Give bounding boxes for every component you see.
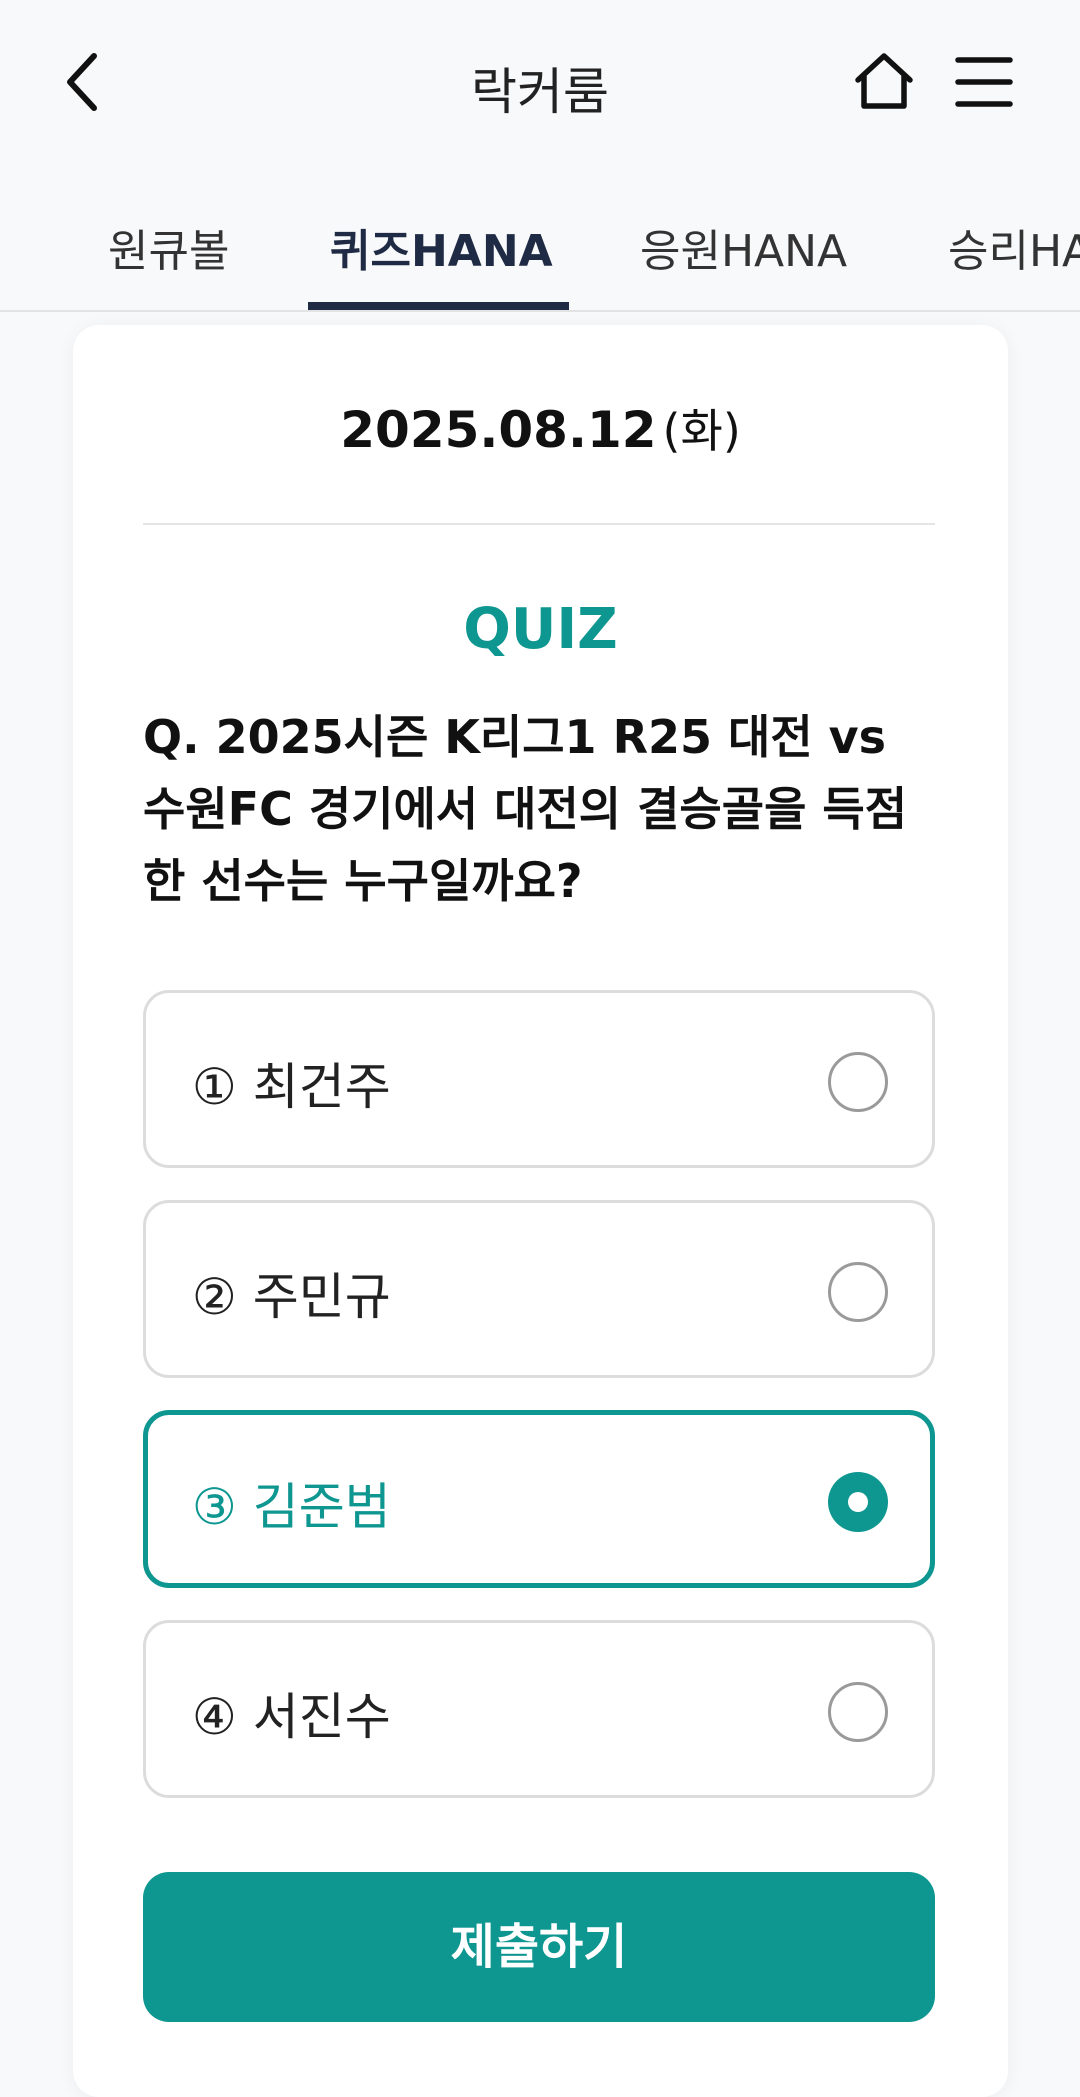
app-header: 락커룸 bbox=[0, 0, 1080, 165]
active-tab-indicator bbox=[308, 302, 569, 310]
menu-button[interactable] bbox=[952, 50, 1016, 114]
quiz-date: 2025.08.12 (화) bbox=[73, 395, 1008, 461]
page-title: 락커룸 bbox=[471, 63, 609, 121]
radio-selected-icon[interactable] bbox=[828, 1472, 888, 1532]
home-icon bbox=[855, 53, 913, 109]
option-label: ② 주민규 bbox=[192, 1268, 391, 1326]
tab-quiz-hana[interactable]: 퀴즈HANA bbox=[330, 215, 553, 279]
option-2[interactable]: ② 주민규 bbox=[143, 1200, 935, 1378]
radio-icon[interactable] bbox=[828, 1052, 888, 1112]
radio-icon[interactable] bbox=[828, 1682, 888, 1742]
radio-icon[interactable] bbox=[828, 1262, 888, 1322]
divider bbox=[143, 523, 935, 525]
tab-onequball[interactable]: 원큐볼 bbox=[108, 215, 229, 279]
option-label: ① 최건주 bbox=[192, 1058, 391, 1116]
option-1[interactable]: ① 최건주 bbox=[143, 990, 935, 1168]
quiz-card: 2025.08.12 (화) QUIZ Q. 2025시즌 K리그1 R25 대전… bbox=[73, 325, 1008, 2097]
weekday-text: (화) bbox=[662, 404, 741, 458]
submit-button[interactable]: 제출하기 bbox=[143, 1872, 935, 2022]
tab-bar: 원큐볼 퀴즈HANA 응원HANA 승리HA bbox=[0, 165, 1080, 312]
home-button[interactable] bbox=[852, 50, 916, 114]
quiz-question: Q. 2025시즌 K리그1 R25 대전 vs 수원FC 경기에서 대전의 결… bbox=[143, 710, 908, 908]
tab-cheer-hana[interactable]: 응원HANA bbox=[640, 215, 847, 279]
option-3[interactable]: ③ 김준범 bbox=[143, 1410, 935, 1588]
tab-victory-hana[interactable]: 승리HA bbox=[948, 215, 1080, 279]
option-4[interactable]: ④ 서진수 bbox=[143, 1620, 935, 1798]
option-label: ④ 서진수 bbox=[192, 1688, 391, 1746]
quiz-label: QUIZ bbox=[463, 597, 618, 662]
date-text: 2025.08.12 bbox=[340, 401, 657, 459]
option-label: ③ 김준범 bbox=[192, 1478, 391, 1536]
hamburger-menu-icon bbox=[955, 57, 1013, 107]
